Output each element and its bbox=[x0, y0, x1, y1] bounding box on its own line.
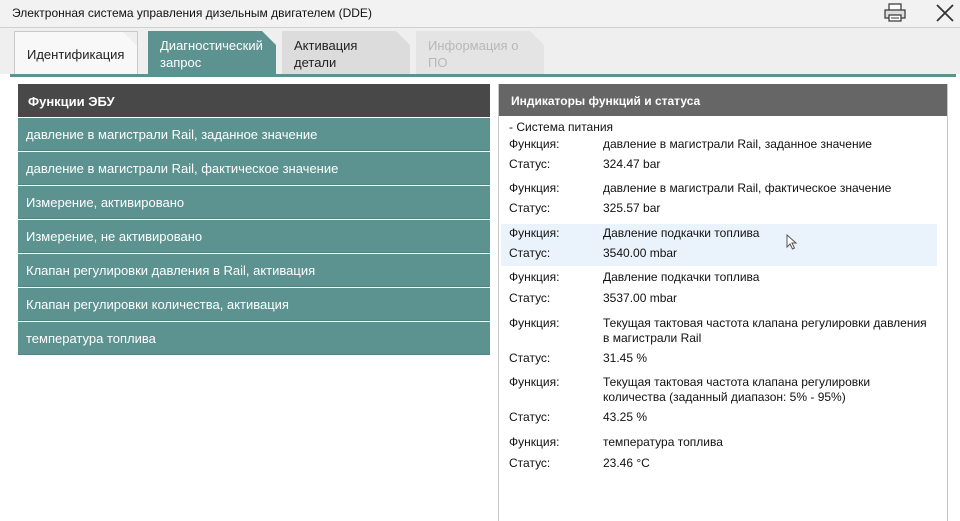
tab-corner bbox=[262, 31, 276, 45]
tab-software-info: Информация о ПО bbox=[416, 31, 544, 74]
function-item[interactable]: Измерение, не активировано bbox=[18, 220, 490, 253]
tab-label: Информация о ПО bbox=[428, 38, 519, 70]
section-title: - Система питания bbox=[509, 120, 614, 134]
tab-corner bbox=[530, 31, 544, 45]
function-label: Функция: bbox=[509, 181, 560, 195]
function-value: Текущая тактовая частота клапана регулир… bbox=[603, 316, 927, 345]
tab-component-activation[interactable]: Активация детали bbox=[282, 31, 410, 74]
function-value: температура топлива bbox=[603, 435, 723, 449]
mouse-pointer-icon bbox=[786, 234, 798, 250]
status-label: Статус: bbox=[509, 201, 551, 215]
status-value: 3540.00 mbar bbox=[603, 246, 678, 260]
function-label: Функция: bbox=[509, 316, 560, 330]
function-value: давление в магистрали Rail, заданное зна… bbox=[603, 137, 872, 151]
ecu-functions-panel: Функции ЭБУ давление в магистрали Rail, … bbox=[18, 84, 490, 355]
function-value: Текущая тактовая частота клапана регулир… bbox=[603, 375, 871, 404]
tab-label: Идентификация bbox=[27, 47, 125, 62]
close-icon bbox=[936, 4, 954, 22]
function-item[interactable]: давление в магистрали Rail, фактическое … bbox=[18, 152, 490, 185]
ecu-functions-header: Функции ЭБУ bbox=[18, 84, 490, 117]
status-label: Статус: bbox=[509, 456, 551, 470]
status-value: 31.45 % bbox=[603, 351, 648, 365]
window-title: Электронная система управления дизельным… bbox=[12, 6, 372, 20]
status-indicators-header: Индикаторы функций и статуса bbox=[499, 84, 947, 116]
status-label: Статус: bbox=[509, 410, 551, 424]
status-value: 3537.00 mbar bbox=[603, 291, 678, 305]
function-label: Функция: bbox=[509, 137, 560, 151]
window-titlebar: Электронная система управления дизельным… bbox=[0, 0, 960, 28]
tab-corner bbox=[123, 32, 137, 46]
status-value: 324.47 bar bbox=[603, 157, 661, 171]
status-label: Статус: bbox=[509, 157, 551, 171]
print-button[interactable] bbox=[882, 1, 908, 25]
function-item[interactable]: температура топлива bbox=[18, 322, 490, 355]
status-value: 23.46 °C bbox=[603, 456, 650, 470]
function-value: Давление подкачки топлива bbox=[603, 270, 760, 284]
status-value: 43.25 % bbox=[603, 410, 648, 424]
tab-corner bbox=[396, 31, 410, 45]
tab-bar: Идентификация Диагностический запрос Акт… bbox=[0, 28, 960, 77]
function-label: Функция: bbox=[509, 226, 560, 240]
function-item[interactable]: Клапан регулировки количества, активация bbox=[18, 288, 490, 321]
tab-label: Диагностический запрос bbox=[160, 38, 263, 70]
printer-icon bbox=[884, 3, 906, 22]
tab-label: Активация детали bbox=[294, 38, 358, 70]
function-item[interactable]: Измерение, активировано bbox=[18, 186, 490, 219]
function-value: Давление подкачки топлива bbox=[603, 226, 760, 240]
status-indicators-panel: Индикаторы функций и статуса - Система п… bbox=[498, 84, 948, 521]
function-item[interactable]: Клапан регулировки давления в Rail, акти… bbox=[18, 254, 490, 287]
function-value: давление в магистрали Rail, фактическое … bbox=[603, 181, 892, 195]
tab-identification[interactable]: Идентификация bbox=[14, 31, 138, 74]
function-label: Функция: bbox=[509, 270, 560, 284]
function-item[interactable]: давление в магистрали Rail, заданное зна… bbox=[18, 118, 490, 151]
status-value: 325.57 bar bbox=[603, 201, 661, 215]
status-label: Статус: bbox=[509, 351, 551, 365]
status-label: Статус: bbox=[509, 246, 551, 260]
status-label: Статус: bbox=[509, 291, 551, 305]
function-label: Функция: bbox=[509, 375, 560, 389]
close-button[interactable] bbox=[932, 1, 958, 25]
function-label: Функция: bbox=[509, 435, 560, 449]
tab-diagnostic-request[interactable]: Диагностический запрос bbox=[148, 31, 276, 77]
